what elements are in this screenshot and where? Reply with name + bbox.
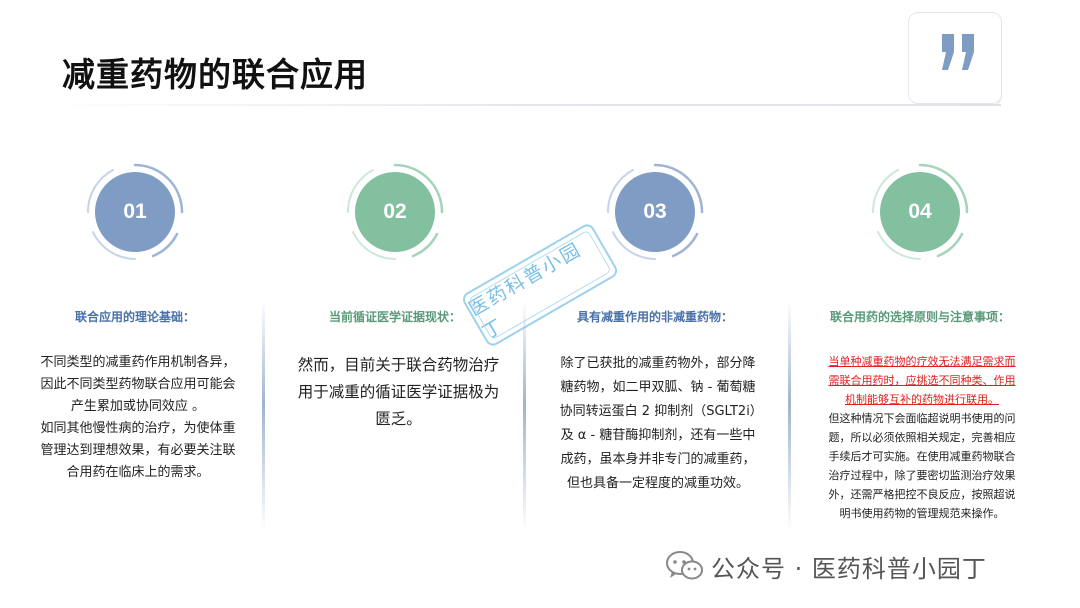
badge-03: 03 [605, 162, 705, 262]
quote-icon [942, 34, 974, 70]
badge-number: 03 [615, 172, 695, 252]
badge-01: 01 [85, 162, 185, 262]
column-heading: 联合用药的选择原则与注意事项： [829, 310, 1010, 324]
column-divider [523, 300, 526, 532]
paragraph: 然而，目前关于联合药物治疗用于减重的循证医学证据极为匮乏。 [297, 356, 500, 428]
column-body: 当单种减重药物的疗效无法满足需求而需联合用药时，应挑选不同种类、作用机制能够互补… [827, 352, 1017, 523]
column-body: 然而，目前关于联合药物治疗用于减重的循证医学证据极为匮乏。 [296, 352, 501, 433]
footer-account: 公众号 · 医药科普小园丁 [665, 546, 987, 586]
paragraph: 但这种情况下会面临超说明书使用的问题，所以必须依照相关规定，完善相应手续后才可实… [828, 412, 1016, 520]
footer-account-text: 公众号 · 医药科普小园丁 [711, 554, 987, 583]
badge-number: 01 [95, 172, 175, 252]
paragraph: 不同类型的减重药作用机制各异，因此不同类型药物联合应用可能会产生累加或协同效应 … [40, 355, 236, 414]
badge-number: 02 [355, 172, 435, 252]
paragraph: 除了已获批的减重药物外，部分降糖药物，如二甲双胍、钠 - 葡萄糖协同转运蛋白 2… [559, 356, 757, 491]
column-1: 01 联合应用的理论基础： 不同类型的减重药作用机制各异，因此不同类型药物联合应… [10, 150, 260, 570]
column-heading: 具有减重作用的非减重药物： [576, 310, 733, 324]
column-4: 04 联合用药的选择原则与注意事项： 当单种减重药物的疗效无法满足需求而需联合用… [795, 150, 1045, 570]
column-3: 03 具有减重作用的非减重药物： 除了已获批的减重药物外，部分降糖药物，如二甲双… [530, 150, 780, 570]
badge-02: 02 [345, 162, 445, 262]
column-body: 不同类型的减重药作用机制各异，因此不同类型药物联合应用可能会产生累加或协同效应 … [38, 352, 238, 484]
column-divider [788, 300, 791, 532]
badge-number: 04 [880, 172, 960, 252]
column-divider [262, 300, 265, 532]
page-title: 减重药物的联合应用 [62, 55, 368, 94]
wechat-icon [666, 551, 703, 580]
highlight-paragraph: 当单种减重药物的疗效无法满足需求而需联合用药时，应挑选不同种类、作用机制能够互补… [828, 355, 1016, 406]
column-2: 02 当前循证医学证据现状： 然而，目前关于联合药物治疗用于减重的循证医学证据极… [270, 150, 520, 570]
badge-04: 04 [870, 162, 970, 262]
column-heading: 联合应用的理论基础： [74, 310, 195, 324]
column-body: 除了已获批的减重药物外，部分降糖药物，如二甲双胍、钠 - 葡萄糖协同转运蛋白 2… [558, 352, 758, 496]
paragraph: 如同其他慢性病的治疗，为使体重管理达到理想效果，有必要关注联合用药在临床上的需求… [40, 421, 236, 480]
